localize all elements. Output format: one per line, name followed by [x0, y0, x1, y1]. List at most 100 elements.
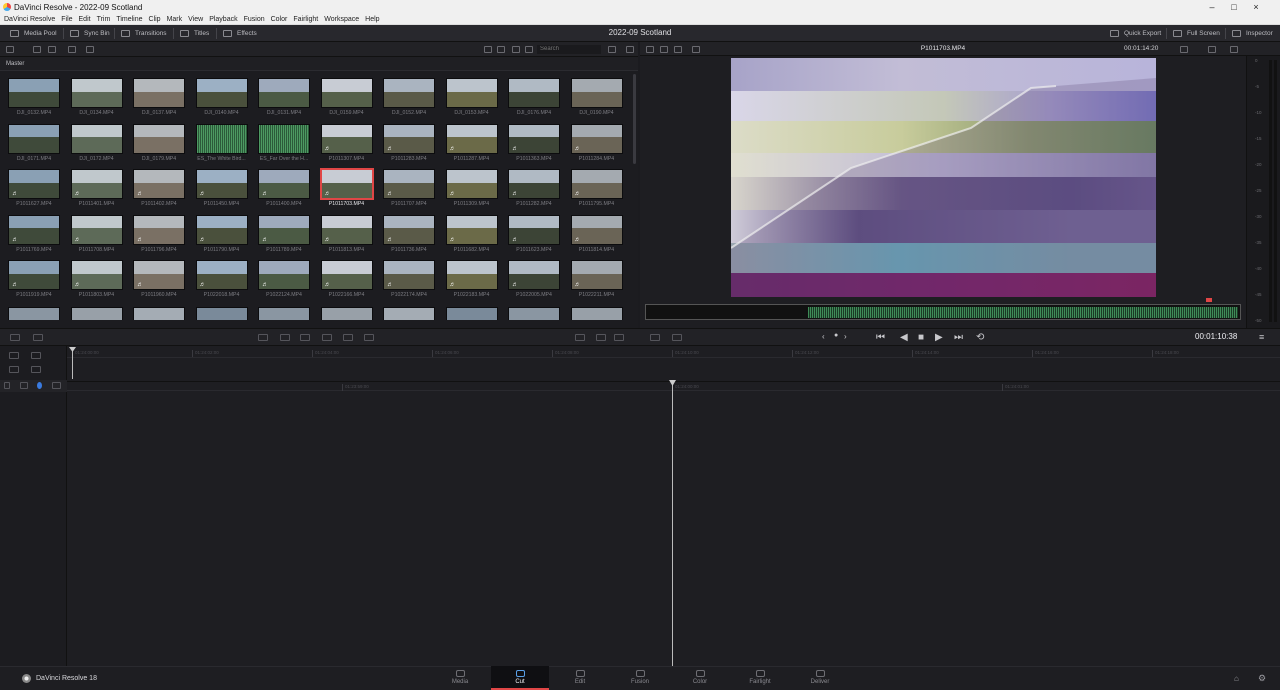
media-clip[interactable]: ♬ P1011287.MP4	[445, 118, 498, 162]
menu-file[interactable]: File	[61, 16, 72, 23]
mode-icon-3[interactable]	[614, 334, 624, 341]
sync-icon[interactable]	[68, 46, 76, 53]
media-clip[interactable]: ♬ P1011450.MP4	[195, 163, 248, 207]
sync-bin-button[interactable]: Sync Bin	[70, 28, 110, 39]
media-clip[interactable]: ♬ P1022183.MP4	[445, 254, 498, 298]
quick-export-button[interactable]: Quick Export	[1110, 28, 1161, 39]
menu-fairlight[interactable]: Fairlight	[293, 16, 318, 23]
page-tab-fusion[interactable]: Fusion	[611, 666, 669, 690]
media-clip-partial[interactable]	[70, 306, 123, 320]
menu-view[interactable]: View	[188, 16, 203, 23]
media-clip[interactable]: ♬ P1011790.MP4	[195, 209, 248, 253]
viewer-options-icon[interactable]	[692, 46, 700, 53]
viewer-playhead-marker[interactable]	[1206, 298, 1212, 302]
place-on-top-icon[interactable]	[343, 334, 353, 341]
new-bin-icon[interactable]	[48, 46, 56, 53]
media-clip-partial[interactable]	[133, 306, 185, 320]
page-tab-color[interactable]: Color	[671, 666, 729, 690]
transitions-button[interactable]: Transitions	[121, 28, 167, 39]
smart-insert-icon[interactable]	[258, 334, 268, 341]
page-tab-deliver[interactable]: Deliver	[791, 666, 849, 690]
media-clip-partial[interactable]	[508, 306, 560, 320]
media-clip[interactable]: ♬ P1011682.MP4	[445, 209, 498, 253]
media-clip-partial[interactable]	[445, 306, 498, 320]
menu-clip[interactable]: Clip	[149, 16, 161, 23]
media-clip[interactable]: ♬ P1011708.MP4	[70, 209, 123, 253]
media-clip[interactable]: DJI_0152.MP4	[383, 72, 435, 116]
media-clip[interactable]: DJI_0153.MP4	[445, 72, 498, 116]
video-track-icon[interactable]	[20, 382, 28, 389]
media-clip[interactable]: ♬ P1011960.MP4	[133, 254, 185, 298]
inspector-button[interactable]: Inspector	[1232, 28, 1273, 39]
audio-track-icon[interactable]	[31, 352, 41, 359]
link-icon[interactable]	[86, 46, 94, 53]
media-pool-button[interactable]: Media Pool	[10, 28, 57, 39]
menu-color[interactable]: Color	[271, 16, 288, 23]
media-clip[interactable]: ♬ P1011769.MP4	[8, 209, 60, 253]
menu-help[interactable]: Help	[365, 16, 379, 23]
home-icon[interactable]: ⌂	[1234, 674, 1239, 683]
snap-icon[interactable]	[9, 366, 19, 373]
media-clip[interactable]: DJI_0134.MP4	[70, 72, 123, 116]
media-clip[interactable]: ♬ P1011919.MP4	[8, 254, 60, 298]
media-clip-partial[interactable]	[258, 306, 310, 320]
media-clip[interactable]: ♬ P1022174.MP4	[383, 254, 435, 298]
media-clip[interactable]: ♬ P1011814.MP4	[570, 209, 623, 253]
media-clip[interactable]: ♬ P1011627.MP4	[8, 163, 60, 207]
list-view-icon[interactable]	[512, 46, 520, 53]
menu-fusion[interactable]: Fusion	[244, 16, 265, 23]
media-clip[interactable]: ♬ P1011309.MP4	[445, 163, 498, 207]
media-clip-partial[interactable]	[8, 306, 60, 320]
media-clip[interactable]: DJI_0176.MP4	[508, 72, 560, 116]
close-up-icon[interactable]	[322, 334, 332, 341]
media-clip[interactable]: ♬ P1011796.MP4	[133, 209, 185, 253]
track-color-dot[interactable]	[37, 382, 42, 389]
media-clip[interactable]: ♬ P1011284.MP4	[570, 118, 623, 162]
ripple-overwrite-icon[interactable]	[300, 334, 310, 341]
media-clip-partial[interactable]	[383, 306, 435, 320]
media-clip[interactable]: ♬ P1011789.MP4	[258, 209, 310, 253]
media-clip[interactable]: ♬ P1022166.MP4	[320, 254, 373, 298]
jog-dot-icon[interactable]: ●	[834, 332, 838, 339]
source-overwrite-icon[interactable]	[364, 334, 374, 341]
timeline-view-icon[interactable]	[674, 46, 682, 53]
settings-gear-icon[interactable]: ⚙	[1258, 673, 1266, 684]
media-clip[interactable]: DJI_0171.MP4	[8, 118, 60, 162]
loop-icon[interactable]: ⟲	[976, 332, 984, 343]
menu-playback[interactable]: Playback	[209, 16, 237, 23]
lower-playhead[interactable]	[672, 381, 673, 666]
lock-icon[interactable]	[4, 382, 10, 389]
media-clip[interactable]: DJI_0190.MP4	[570, 72, 623, 116]
bin-list-icon[interactable]	[6, 46, 14, 53]
full-screen-button[interactable]: Full Screen	[1173, 28, 1220, 39]
filmstrip-view-icon[interactable]	[497, 46, 505, 53]
media-clip[interactable]: DJI_0172.MP4	[70, 118, 123, 162]
titles-button[interactable]: Titles	[180, 28, 209, 39]
upper-timeline-ruler[interactable]: 01:24:00:00 01:24:02:00 01:24:04:00 01:24:0…	[67, 348, 1280, 358]
media-pool-scrollbar[interactable]	[633, 74, 636, 164]
media-clip[interactable]: ♬ P1011283.MP4	[383, 118, 435, 162]
jog-left-icon[interactable]: ‹	[822, 332, 825, 341]
media-clip[interactable]: ♬ P1011623.MP4	[508, 209, 560, 253]
search-input[interactable]	[537, 45, 601, 54]
bin-toggle-icon[interactable]	[10, 334, 20, 341]
import-media-icon[interactable]	[33, 46, 41, 53]
mode-icon-2[interactable]	[596, 334, 606, 341]
media-clip[interactable]: ♬ P1011363.MP4	[508, 118, 560, 162]
menu-mark[interactable]: Mark	[167, 16, 183, 23]
maximize-button[interactable]: □	[1228, 1, 1240, 13]
media-clip[interactable]: ♬ P1022018.MP4	[195, 254, 248, 298]
media-clip-partial[interactable]	[570, 306, 623, 320]
page-tab-cut[interactable]: Cut	[491, 666, 549, 690]
menu-edit[interactable]: Edit	[79, 16, 91, 23]
media-clip[interactable]: DJI_0131.MP4	[258, 72, 310, 116]
effects-button[interactable]: Effects	[223, 28, 257, 39]
color-picker-icon[interactable]	[1180, 46, 1188, 53]
media-clip[interactable]: ♬ P1011282.MP4	[508, 163, 560, 207]
play-reverse-icon[interactable]: ◀	[900, 332, 908, 343]
layout-icon[interactable]	[646, 46, 654, 53]
jog-right-icon[interactable]: ›	[844, 332, 847, 341]
stop-icon[interactable]: ■	[918, 332, 924, 343]
media-clip[interactable]: DJI_0159.MP4	[320, 72, 373, 116]
media-clip[interactable]: ♬ P1011401.MP4	[70, 163, 123, 207]
